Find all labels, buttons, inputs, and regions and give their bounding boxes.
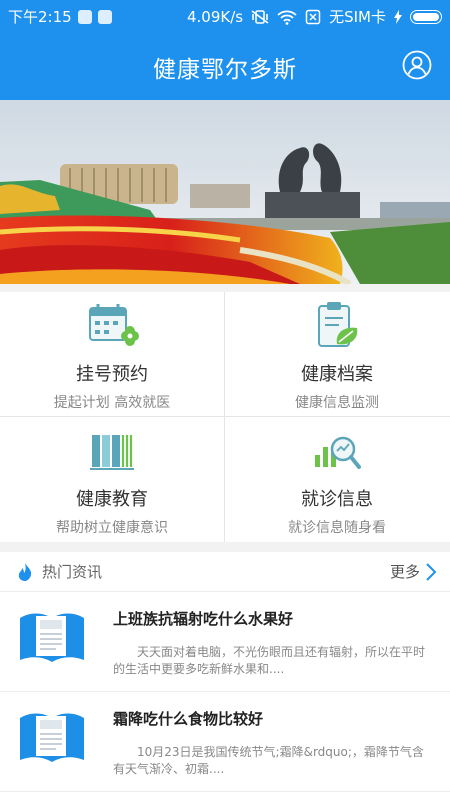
news-section: 热门资讯 更多 上班族抗辐射吃什么水果好 天天面对着电脑，不光伤眼而且还有辐射，… (0, 552, 450, 800)
app-notification-icon (97, 9, 112, 24)
sim-notification-icon (77, 9, 92, 24)
status-bar: 下午2:15 4.09K/s 无SIM卡 (0, 0, 450, 33)
app-header: 健康鄂尔多斯 (0, 33, 450, 100)
cell-title: 挂号预约 (76, 364, 148, 385)
news-header: 热门资讯 更多 (0, 552, 450, 592)
health-education-card[interactable]: 健康教育 帮助树立健康意识 (0, 417, 224, 541)
news-item[interactable]: 霜降吃什么食物比较好 10月23日是我国传统节气;霜降&rdquo;，霜降节气含… (0, 692, 450, 792)
grid-divider-vertical (224, 292, 225, 542)
cell-subtitle: 就诊信息随身看 (288, 520, 386, 536)
news-title: 上班族抗辐射吃什么水果好 (113, 610, 294, 628)
flame-icon (18, 562, 32, 581)
page-title: 健康鄂尔多斯 (153, 56, 297, 83)
cell-subtitle: 提起计划 高效就医 (53, 395, 171, 411)
wifi-icon (277, 9, 297, 25)
more-label: 更多 (389, 563, 420, 581)
charging-icon (394, 9, 402, 24)
chart-magnifier-icon (315, 436, 361, 469)
cell-title: 健康档案 (301, 364, 373, 385)
news-thumbnail-icon (20, 613, 84, 662)
vibrate-icon (251, 9, 269, 25)
health-record-card[interactable]: 健康档案 健康信息监测 (225, 292, 449, 416)
calendar-icon (89, 304, 139, 346)
news-thumbnail-icon (20, 713, 84, 762)
books-icon (90, 435, 134, 470)
cell-subtitle: 帮助树立健康意识 (56, 520, 168, 536)
visit-info-card[interactable]: 就诊信息 就诊信息随身看 (225, 417, 449, 541)
profile-button[interactable] (402, 50, 432, 80)
more-button[interactable]: 更多 (390, 561, 436, 582)
news-title: 霜降吃什么食物比较好 (113, 710, 264, 728)
no-sim-icon (305, 9, 321, 25)
chevron-right-icon (426, 562, 436, 581)
sim-status: 无SIM卡 (329, 8, 386, 26)
cell-title: 健康教育 (76, 489, 148, 510)
news-description: 天天面对着电脑，不光伤眼而且还有辐射，所以在平时的生活中更要多吃新鲜水果和...… (113, 645, 426, 676)
cell-subtitle: 健康信息监测 (295, 395, 379, 411)
clipboard-leaf-icon (318, 302, 358, 347)
news-description: 10月23日是我国传统节气;霜降&rdquo;，霜降节气含有天气渐冷、初霜...… (113, 745, 424, 776)
feature-grid: 挂号预约 提起计划 高效就医 健康档案 健康信息监测 健康教育 帮助树立健康意识 (0, 292, 450, 542)
cell-title: 就诊信息 (301, 489, 373, 510)
news-section-title: 热门资讯 (42, 563, 103, 581)
grid-divider-horizontal (0, 416, 450, 417)
network-speed: 4.09K/s (187, 7, 244, 26)
news-item[interactable]: 上班族抗辐射吃什么水果好 天天面对着电脑，不光伤眼而且还有辐射，所以在平时的生活… (0, 592, 450, 692)
battery-icon (410, 9, 442, 24)
status-time: 下午2:15 (8, 8, 72, 26)
banner-image[interactable] (0, 100, 450, 284)
user-icon (402, 50, 432, 80)
appointment-card[interactable]: 挂号预约 提起计划 高效就医 (0, 292, 224, 416)
